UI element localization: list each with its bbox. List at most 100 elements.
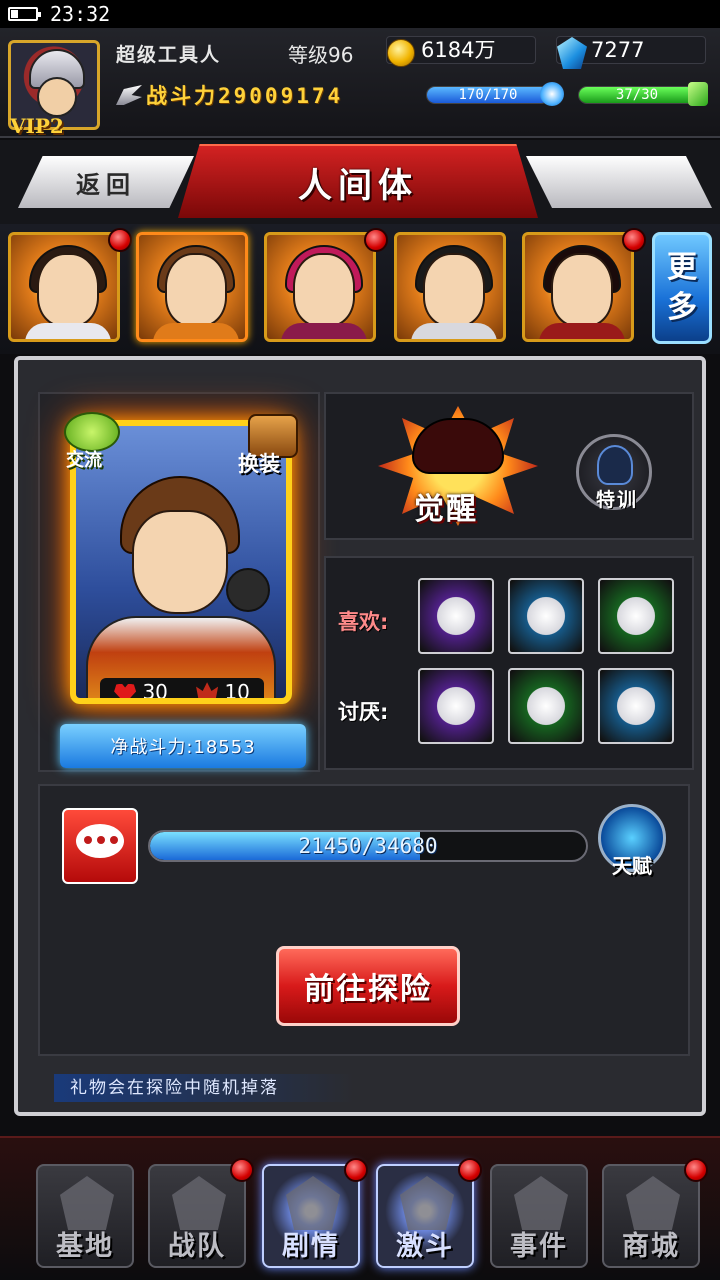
energy-crystal-icon[interactable] [688,82,708,106]
stamina-text: 170/170 [458,87,518,103]
disliked-item-blue-ring[interactable] [598,668,674,744]
notification-dot [684,1158,708,1182]
more-button[interactable]: 更 多 [652,232,712,344]
nav-tab-0[interactable]: 基地 [36,1164,134,1268]
vip-badge: VIP2 [10,114,64,138]
nav-tab-label: 商城 [622,1231,680,1262]
awaken-monster-icon [412,418,504,474]
chat-label: 交流 [66,450,102,471]
energy-text: 37/30 [615,87,659,103]
notification-dot [230,1158,254,1182]
title-banner: 人间体 [178,144,538,218]
disliked-item-red-flower[interactable] [508,668,584,744]
gem-counter[interactable]: 7277 [556,34,706,69]
ninja-icon [597,445,633,485]
wing-icon [116,85,142,105]
outfit-label: 换装 [238,452,280,476]
more-label-top: 更 [667,250,697,285]
character-panel: 30 10 交流 换装 净战斗力:18553 觉醒 特训 喜欢: 讨厌: 214… [14,356,706,1116]
stamina-bar: 170/170 [426,86,550,104]
stamina-orb-icon[interactable] [540,82,564,106]
outfit-button[interactable]: 换装 [236,414,312,478]
train-label: 特训 [595,489,638,511]
hp-value: 30 [142,680,168,704]
red-book-icon [614,594,658,638]
notification-dot [108,228,132,252]
fist-icon [226,568,270,612]
gem-icon [557,37,587,69]
nav-tab-4[interactable]: 事件 [490,1164,588,1268]
nav-tab-label: 基地 [56,1231,114,1262]
red-flower-icon [524,684,568,728]
notification-dot [344,1158,368,1182]
nav-tab-2[interactable]: 剧情 [262,1164,360,1268]
character-stats: 30 10 [100,678,264,704]
notification-dot [622,228,646,252]
gem-amount: 7277 [591,38,645,62]
dislikes-label: 讨厌: [338,700,389,724]
bottom-nav: 基地 战队 剧情 激斗 事件 商城 [0,1136,720,1280]
likes-label: 喜欢: [338,610,389,634]
disliked-item-white-scarf[interactable] [418,668,494,744]
nav-tab-label: 事件 [510,1231,568,1262]
experience-bar: 21450/34680 [148,830,588,862]
nav-tab-icon [400,1176,454,1230]
combat-power-value: 战斗力29009174 [146,84,344,108]
nav-tab-icon [286,1176,340,1230]
nav-tab-3[interactable]: 激斗 [376,1164,474,1268]
gold-coin-icon [387,39,415,67]
heart-icon [114,683,137,698]
nav-tab-icon [172,1176,226,1230]
message-button[interactable] [62,808,138,884]
train-button[interactable]: 特训 [576,434,652,511]
liked-item-red-book[interactable] [598,578,674,654]
affinity-icon [196,682,219,698]
nav-tab-icon [514,1176,568,1230]
more-label-bottom: 多 [667,290,697,325]
gold-amount: 6184万 [421,38,496,62]
gift-hint: 礼物会在探险中随机掉落 [54,1074,354,1102]
status-bar: 23:32 [0,0,720,28]
net-power-badge: 净战斗力:18553 [60,724,306,768]
roster-card-boy-black-hair[interactable] [394,232,506,342]
gold-counter[interactable]: 6184万 [386,34,536,67]
experience-text: 21450/34680 [298,834,438,858]
character-roster: 更 多 [0,224,720,354]
experience-box: 21450/34680 天赋 前往探险 [38,784,690,1056]
status-time: 23:32 [50,2,111,26]
roster-card-alien-pink-monster[interactable] [264,232,376,342]
chat-button[interactable]: 交流 [64,412,124,472]
blue-ring-icon [614,684,658,728]
roster-card-woman-long-hair[interactable] [522,232,634,342]
roster-card-hero-brown-hair[interactable] [136,232,248,342]
curry-plate-icon [524,594,568,638]
awaken-panel: 觉醒 特训 [324,392,694,540]
roster-card-heroine-white-suit[interactable] [8,232,120,342]
battery-icon [8,7,41,21]
nav-tab-1[interactable]: 战队 [148,1164,246,1268]
combat-power: 战斗力29009174 [116,80,343,110]
awaken-button[interactable]: 觉醒 [414,484,478,528]
nav-tab-icon [60,1176,114,1230]
notification-dot [458,1158,482,1182]
nav-tab-label: 剧情 [282,1231,340,1262]
talent-button[interactable]: 天赋 [594,804,670,884]
affinity-value: 10 [224,679,250,704]
nav-tab-5[interactable]: 商城 [602,1164,700,1268]
explore-button[interactable]: 前往探险 [276,946,460,1026]
back-button[interactable]: 返回 [18,156,194,208]
nav-tab-label: 战队 [168,1231,226,1262]
nav-tab-label: 激斗 [396,1231,454,1262]
title-row: 返回 人间体 [0,140,720,224]
player-name: 超级工具人 [116,44,222,66]
liked-item-curry-plate[interactable] [508,578,584,654]
energy-bar: 37/30 [578,86,696,104]
nav-tab-icon [626,1176,680,1230]
notification-dot [364,228,388,252]
preferences-panel: 喜欢: 讨厌: [324,556,694,770]
character-card: 30 10 交流 换装 净战斗力:18553 [38,392,320,772]
liked-item-armored-glove[interactable] [418,578,494,654]
white-scarf-icon [434,684,478,728]
player-header: VIP2 超级工具人 等级96 6184万 7277 战斗力29009174 1… [0,28,720,138]
right-tab-button[interactable] [526,156,712,208]
